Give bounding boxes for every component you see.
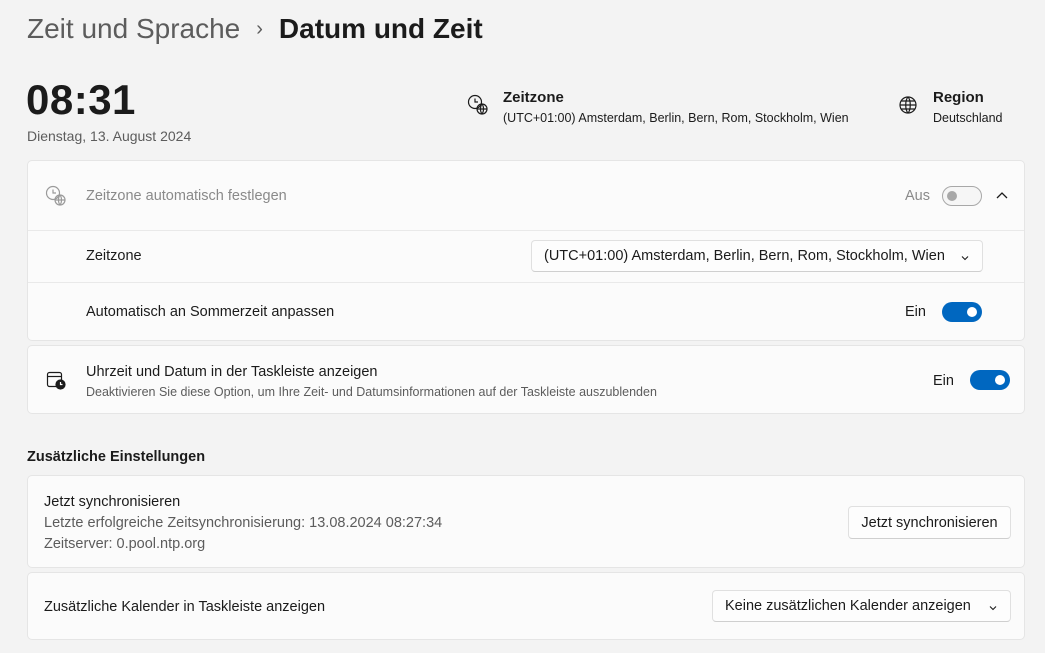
auto-timezone-label: Zeitzone automatisch festlegen — [86, 188, 287, 204]
taskbar-time-state: Ein — [933, 373, 954, 389]
timezone-dropdown[interactable]: (UTC+01:00) Amsterdam, Berlin, Bern, Rom… — [531, 240, 983, 272]
current-date: Dienstag, 13. August 2024 — [27, 128, 192, 144]
timezone-info-value: (UTC+01:00) Amsterdam, Berlin, Bern, Rom… — [503, 111, 849, 125]
calendar-dropdown-value: Keine zusätzlichen Kalender anzeigen — [725, 598, 971, 614]
globe-icon — [897, 94, 919, 116]
sync-now-button[interactable]: Jetzt synchronisieren — [848, 506, 1011, 539]
page-title: Datum und Zeit — [278, 13, 483, 44]
calendar-card: Zusätzliche Kalender in Taskleiste anzei… — [27, 572, 1025, 640]
region-info: Region Deutschland — [897, 88, 1003, 125]
region-info-title: Region — [933, 89, 984, 106]
chevron-up-icon[interactable] — [992, 186, 1012, 206]
calendar-dropdown[interactable]: Keine zusätzlichen Kalender anzeigen — [712, 590, 1011, 622]
dst-label: Automatisch an Sommerzeit anpassen — [86, 304, 335, 320]
timezone-info: Zeitzone (UTC+01:00) Amsterdam, Berlin, … — [467, 88, 849, 125]
dst-state: Ein — [905, 304, 926, 320]
taskbar-time-label: Uhrzeit und Datum in der Taskleiste anze… — [86, 364, 378, 380]
breadcrumb-separator: › — [256, 17, 263, 40]
breadcrumb: Zeit und Sprache › Datum und Zeit — [27, 10, 483, 48]
timezone-info-title: Zeitzone — [503, 89, 564, 106]
timezone-setting-row: Zeitzone (UTC+01:00) Amsterdam, Berlin, … — [28, 231, 1024, 283]
region-info-value: Deutschland — [933, 111, 1003, 125]
clock-globe-icon — [45, 185, 67, 207]
calendar-label: Zusätzliche Kalender in Taskleiste anzei… — [44, 599, 326, 615]
dst-toggle[interactable] — [942, 302, 982, 322]
taskbar-time-card: Uhrzeit und Datum in der Taskleiste anze… — [27, 345, 1025, 414]
breadcrumb-parent-link[interactable]: Zeit und Sprache — [27, 13, 240, 45]
taskbar-time-toggle[interactable] — [970, 370, 1010, 390]
chevron-down-icon — [960, 251, 970, 261]
auto-timezone-state: Aus — [905, 188, 930, 204]
auto-timezone-toggle[interactable] — [942, 186, 982, 206]
calendar-clock-icon — [45, 369, 67, 391]
chevron-down-icon — [988, 601, 998, 611]
taskbar-time-description: Deaktivieren Sie diese Option, um Ihre Z… — [86, 385, 657, 399]
auto-timezone-card: Zeitzone automatisch festlegen Aus Zeitz… — [27, 160, 1025, 341]
auto-timezone-row[interactable]: Zeitzone automatisch festlegen Aus — [28, 161, 1024, 230]
sync-card: Jetzt synchronisieren Letzte erfolgreich… — [27, 475, 1025, 568]
dst-row: Automatisch an Sommerzeit anpassen Ein — [28, 283, 1024, 341]
clock-globe-icon — [467, 94, 489, 116]
timezone-dropdown-value: (UTC+01:00) Amsterdam, Berlin, Bern, Rom… — [544, 248, 945, 264]
last-sync-text: Letzte erfolgreiche Zeitsynchronisierung… — [44, 515, 443, 531]
current-time: 08:31 — [26, 76, 136, 123]
time-server-text: Zeitserver: 0.pool.ntp.org — [44, 536, 206, 552]
timezone-setting-label: Zeitzone — [86, 248, 142, 264]
sync-title: Jetzt synchronisieren — [44, 494, 181, 510]
additional-settings-title: Zusätzliche Einstellungen — [27, 449, 206, 465]
